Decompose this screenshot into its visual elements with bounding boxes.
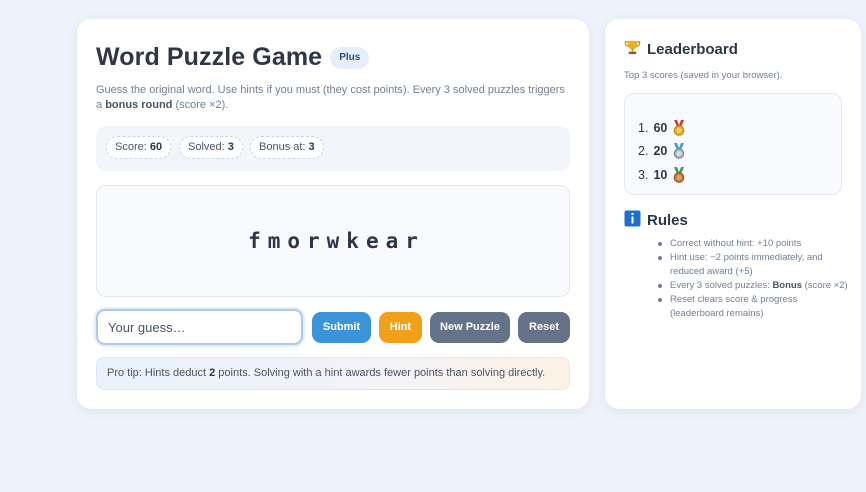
tip-text: Pro tip: Hints deduct: [107, 367, 210, 379]
entry-score: 10: [653, 167, 668, 182]
leaderboard-title: Leaderboard: [647, 41, 738, 58]
rule-item: Every 3 solved puzzles: Bonus (score ×2): [658, 279, 850, 293]
leaderboard-subtitle: Top 3 scores (saved in your browser).: [624, 70, 783, 81]
bronze-medal-icon: [672, 166, 686, 183]
sidebar-card: Leaderboard Top 3 scores (saved in your …: [605, 19, 861, 409]
entry-rank: 1.: [638, 120, 649, 135]
entry-rank: 2.: [638, 144, 649, 159]
bonus-value: 3: [308, 141, 315, 153]
new-puzzle-button[interactable]: New Puzzle: [430, 312, 510, 343]
stats-bar: Score: 60 Solved: 3 Bonus at: 3: [96, 126, 570, 171]
rule-text: Reset clears score & progress (leaderboa…: [670, 294, 798, 319]
intro-text-end: (score ×2).: [172, 99, 229, 111]
rules-list: Correct without hint: +10 points Hint us…: [658, 237, 850, 321]
leaderboard-entry: 3. 10: [638, 163, 686, 187]
rule-bonus: Bonus: [772, 280, 802, 291]
page-title: Word Puzzle Game: [96, 43, 323, 71]
solved-value: 3: [227, 141, 234, 153]
silver-medal-icon: [672, 143, 686, 160]
leaderboard-entry: 2. 20: [638, 140, 686, 164]
rules-heading: Rules: [624, 210, 688, 231]
guess-input[interactable]: [96, 309, 303, 345]
bonus-label: Bonus at:: [259, 141, 306, 153]
bonus-pill: Bonus at: 3: [250, 136, 324, 159]
score-label: Score:: [115, 141, 147, 153]
trophy-icon: [624, 39, 641, 60]
plus-badge: Plus: [330, 46, 370, 69]
title-row: Word Puzzle Game Plus: [96, 43, 370, 72]
leaderboard-entry: 1. 60: [638, 116, 686, 140]
intro-text: Guess the original word. Use hints if yo…: [96, 83, 572, 113]
rule-text: Correct without hint: +10 points: [670, 238, 802, 249]
solved-pill: Solved: 3: [179, 136, 243, 159]
puzzle-display: fmorwkear: [96, 185, 570, 297]
entry-score: 60: [653, 120, 668, 135]
submit-button[interactable]: Submit: [312, 312, 371, 343]
solved-label: Solved:: [188, 141, 225, 153]
rule-item: Hint use: −2 points immediately, and red…: [658, 251, 850, 279]
entry-score: 20: [653, 144, 668, 159]
reset-button[interactable]: Reset: [518, 312, 570, 343]
rule-item: Reset clears score & progress (leaderboa…: [658, 293, 850, 321]
score-value: 60: [149, 141, 163, 153]
rules-title: Rules: [647, 212, 688, 229]
info-icon: [624, 210, 641, 231]
rule-text: Every 3 solved puzzles:: [670, 280, 773, 291]
rule-text: Hint use: −2 points immediately, and red…: [670, 252, 823, 277]
intro-bonus-round: bonus round: [105, 99, 173, 111]
scrambled-word: fmorwkear: [248, 229, 425, 253]
rule-item: Correct without hint: +10 points: [658, 237, 850, 251]
game-card: Word Puzzle Game Plus Guess the original…: [77, 19, 589, 409]
tip-text-end: points. Solving with a hint awards fewer…: [215, 367, 546, 379]
pro-tip: Pro tip: Hints deduct 2 points. Solving …: [96, 357, 570, 390]
gold-medal-icon: [672, 119, 686, 136]
leaderboard-list-box: 1. 60 2. 20 3. 10: [624, 93, 842, 195]
entry-rank: 3.: [638, 167, 649, 182]
hint-button[interactable]: Hint: [379, 312, 422, 343]
leaderboard-list: 1. 60 2. 20 3. 10: [638, 116, 686, 187]
score-pill: Score: 60: [106, 136, 172, 159]
rule-text-end: (score ×2): [802, 280, 848, 291]
leaderboard-heading: Leaderboard: [624, 39, 738, 60]
